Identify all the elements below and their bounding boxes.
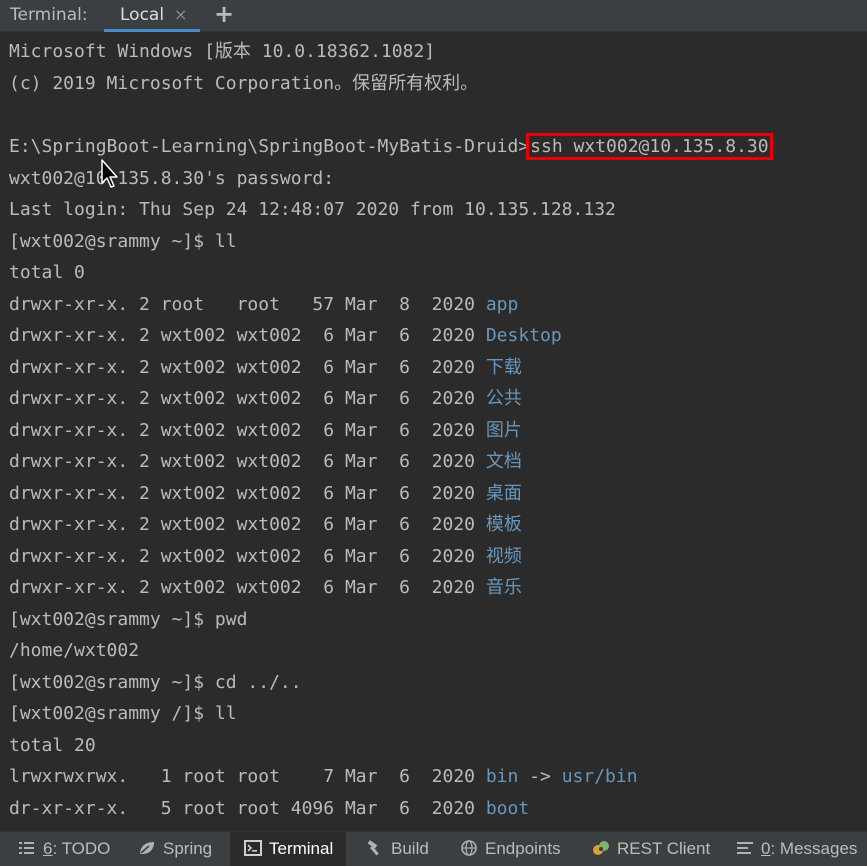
symlink-arrow: -> [518, 766, 562, 787]
terminal-line: Last login: Thu Sep 24 12:48:07 2020 fro… [9, 199, 616, 220]
listing-row: drwxr-xr-x. 2 wxt002 wxt002 6 Mar 6 2020… [9, 384, 522, 414]
highlighted-ssh-command: ssh wxt002@10.135.8.30 [526, 133, 773, 160]
add-tab-icon[interactable]: + [214, 0, 234, 28]
todo-tool-button[interactable]: 6: TODO [18, 832, 110, 866]
rest-client-tool-button[interactable]: REST Client [592, 832, 710, 866]
terminal-line: wxt002@10.135.8.30's password: [9, 168, 335, 189]
directory-name: 音乐 [485, 577, 522, 598]
spring-label: Spring [163, 839, 213, 858]
symlink-target: usr/bin [561, 766, 638, 787]
listing-meta: drwxr-xr-x. 2 wxt002 wxt002 6 Mar 6 2020 [9, 577, 486, 598]
listing-row: drwxr-xr-x. 2 wxt002 wxt002 6 Mar 6 2020… [9, 353, 522, 383]
listing-row: lrwxrwxrwx. 1 root root 7 Mar 6 2020 bin… [9, 762, 638, 792]
listing-row: drwxr-xr-x. 2 wxt002 wxt002 6 Mar 6 2020… [9, 542, 522, 572]
terminal-output[interactable]: Microsoft Windows [版本 10.0.18362.1082] (… [0, 33, 867, 831]
directory-name: 公共 [485, 388, 522, 409]
terminal-line: Microsoft Windows [版本 10.0.18362.1082] [9, 41, 436, 62]
tab-local[interactable]: Local × [104, 0, 200, 32]
messages-label: : Messages [770, 839, 858, 858]
directory-name: 图片 [485, 420, 522, 441]
build-tool-button[interactable]: Build [366, 832, 429, 866]
mouse-cursor-icon [101, 159, 118, 188]
listing-meta: drwxr-xr-x. 2 wxt002 wxt002 6 Mar 6 2020 [9, 451, 486, 472]
terminal-line: total 20 [9, 735, 96, 756]
terminal-line: [wxt002@srammy ~]$ cd ../.. [9, 672, 302, 693]
listing-row: drwxr-xr-x. 2 wxt002 wxt002 6 Mar 6 2020… [9, 573, 522, 603]
listing-meta: drwxr-xr-x. 2 wxt002 wxt002 6 Mar 6 2020 [9, 357, 486, 378]
terminal-icon [244, 840, 262, 856]
listing-meta: drwxr-xr-x. 2 wxt002 wxt002 6 Mar 6 2020 [9, 325, 486, 346]
directory-name: Desktop [485, 325, 562, 346]
terminal-tab-bar: Terminal: Local × + [0, 0, 867, 32]
listing-row: drwxr-xr-x. 2 wxt002 wxt002 6 Mar 6 2020… [9, 416, 522, 446]
listing-row: drwxr-xr-x. 2 wxt002 wxt002 6 Mar 6 2020… [9, 510, 522, 540]
endpoints-tool-button[interactable]: Endpoints [460, 832, 561, 866]
tab-local-label: Local [120, 5, 165, 25]
directory-name: 视频 [485, 546, 522, 567]
listing-meta: drwxr-xr-x. 2 wxt002 wxt002 6 Mar 6 2020 [9, 514, 486, 535]
terminal-line: (c) 2019 Microsoft Corporation。保留所有权利。 [9, 73, 479, 94]
listing-row: drwxr-xr-x. 2 root root 57 Mar 8 2020 ap… [9, 290, 518, 320]
listing-row: drwxr-xr-x. 2 wxt002 wxt002 6 Mar 6 2020… [9, 479, 522, 509]
listing-meta: lrwxrwxrwx. 1 root root 7 Mar 6 2020 [9, 766, 486, 787]
listing-meta: drwxr-xr-x. 2 wxt002 wxt002 6 Mar 6 2020 [9, 388, 486, 409]
build-label: Build [391, 839, 429, 858]
listing-meta: drwxr-xr-x. 2 wxt002 wxt002 6 Mar 6 2020 [9, 483, 486, 504]
ssh-command-line: E:\SpringBoot-Learning\SpringBoot-MyBati… [9, 132, 773, 162]
listing-row: drwxr-xr-x. 2 wxt002 wxt002 6 Mar 6 2020… [9, 321, 562, 351]
endpoints-globe-icon [461, 840, 477, 856]
tool-window-bar: 6: TODO Spring Terminal Build Endpoints … [0, 831, 867, 866]
terminal-line: total 0 [9, 262, 85, 283]
terminal-label: Terminal [269, 839, 334, 858]
rest-client-label: REST Client [617, 839, 711, 858]
directory-name: 文档 [485, 451, 522, 472]
spring-leaf-icon [140, 842, 154, 854]
listing-row: dr-xr-xr-x. 5 root root 4096 Mar 6 2020 … [9, 794, 529, 824]
listing-meta: drwxr-xr-x. 2 root root 57 Mar 8 2020 [9, 294, 486, 315]
listing-meta: drwxr-xr-x. 2 wxt002 wxt002 6 Mar 6 2020 [9, 546, 486, 567]
terminal-panel-title: Terminal: [10, 5, 88, 25]
terminal-line: [wxt002@srammy ~]$ ll [9, 231, 237, 252]
terminal-line: /home/wxt002 [9, 640, 140, 661]
shell-prompt: E:\SpringBoot-Learning\SpringBoot-MyBati… [9, 136, 530, 157]
close-icon[interactable]: × [174, 5, 187, 24]
rest-client-icon [593, 841, 609, 855]
directory-name: app [485, 294, 519, 315]
todo-label: : TODO [52, 839, 111, 858]
directory-name: bin [485, 766, 519, 787]
directory-name: 桌面 [485, 483, 522, 504]
directory-name: 下载 [485, 357, 522, 378]
directory-name: boot [485, 798, 530, 819]
build-hammer-icon [367, 840, 379, 856]
messages-icon [737, 842, 753, 854]
endpoints-label: Endpoints [485, 839, 561, 858]
listing-row: drwxr-xr-x. 2 wxt002 wxt002 6 Mar 6 2020… [9, 447, 522, 477]
terminal-line: [wxt002@srammy /]$ ll [9, 703, 237, 724]
todo-list-icon [19, 842, 34, 854]
directory-name: 模板 [485, 514, 522, 535]
listing-meta: dr-xr-xr-x. 5 root root 4096 Mar 6 2020 [9, 798, 486, 819]
messages-tool-button[interactable]: 0: Messages [736, 832, 857, 866]
terminal-line: [wxt002@srammy ~]$ pwd [9, 609, 248, 630]
terminal-tool-button[interactable]: Terminal [230, 832, 346, 866]
spring-tool-button[interactable]: Spring [138, 832, 212, 866]
listing-meta: drwxr-xr-x. 2 wxt002 wxt002 6 Mar 6 2020 [9, 420, 486, 441]
